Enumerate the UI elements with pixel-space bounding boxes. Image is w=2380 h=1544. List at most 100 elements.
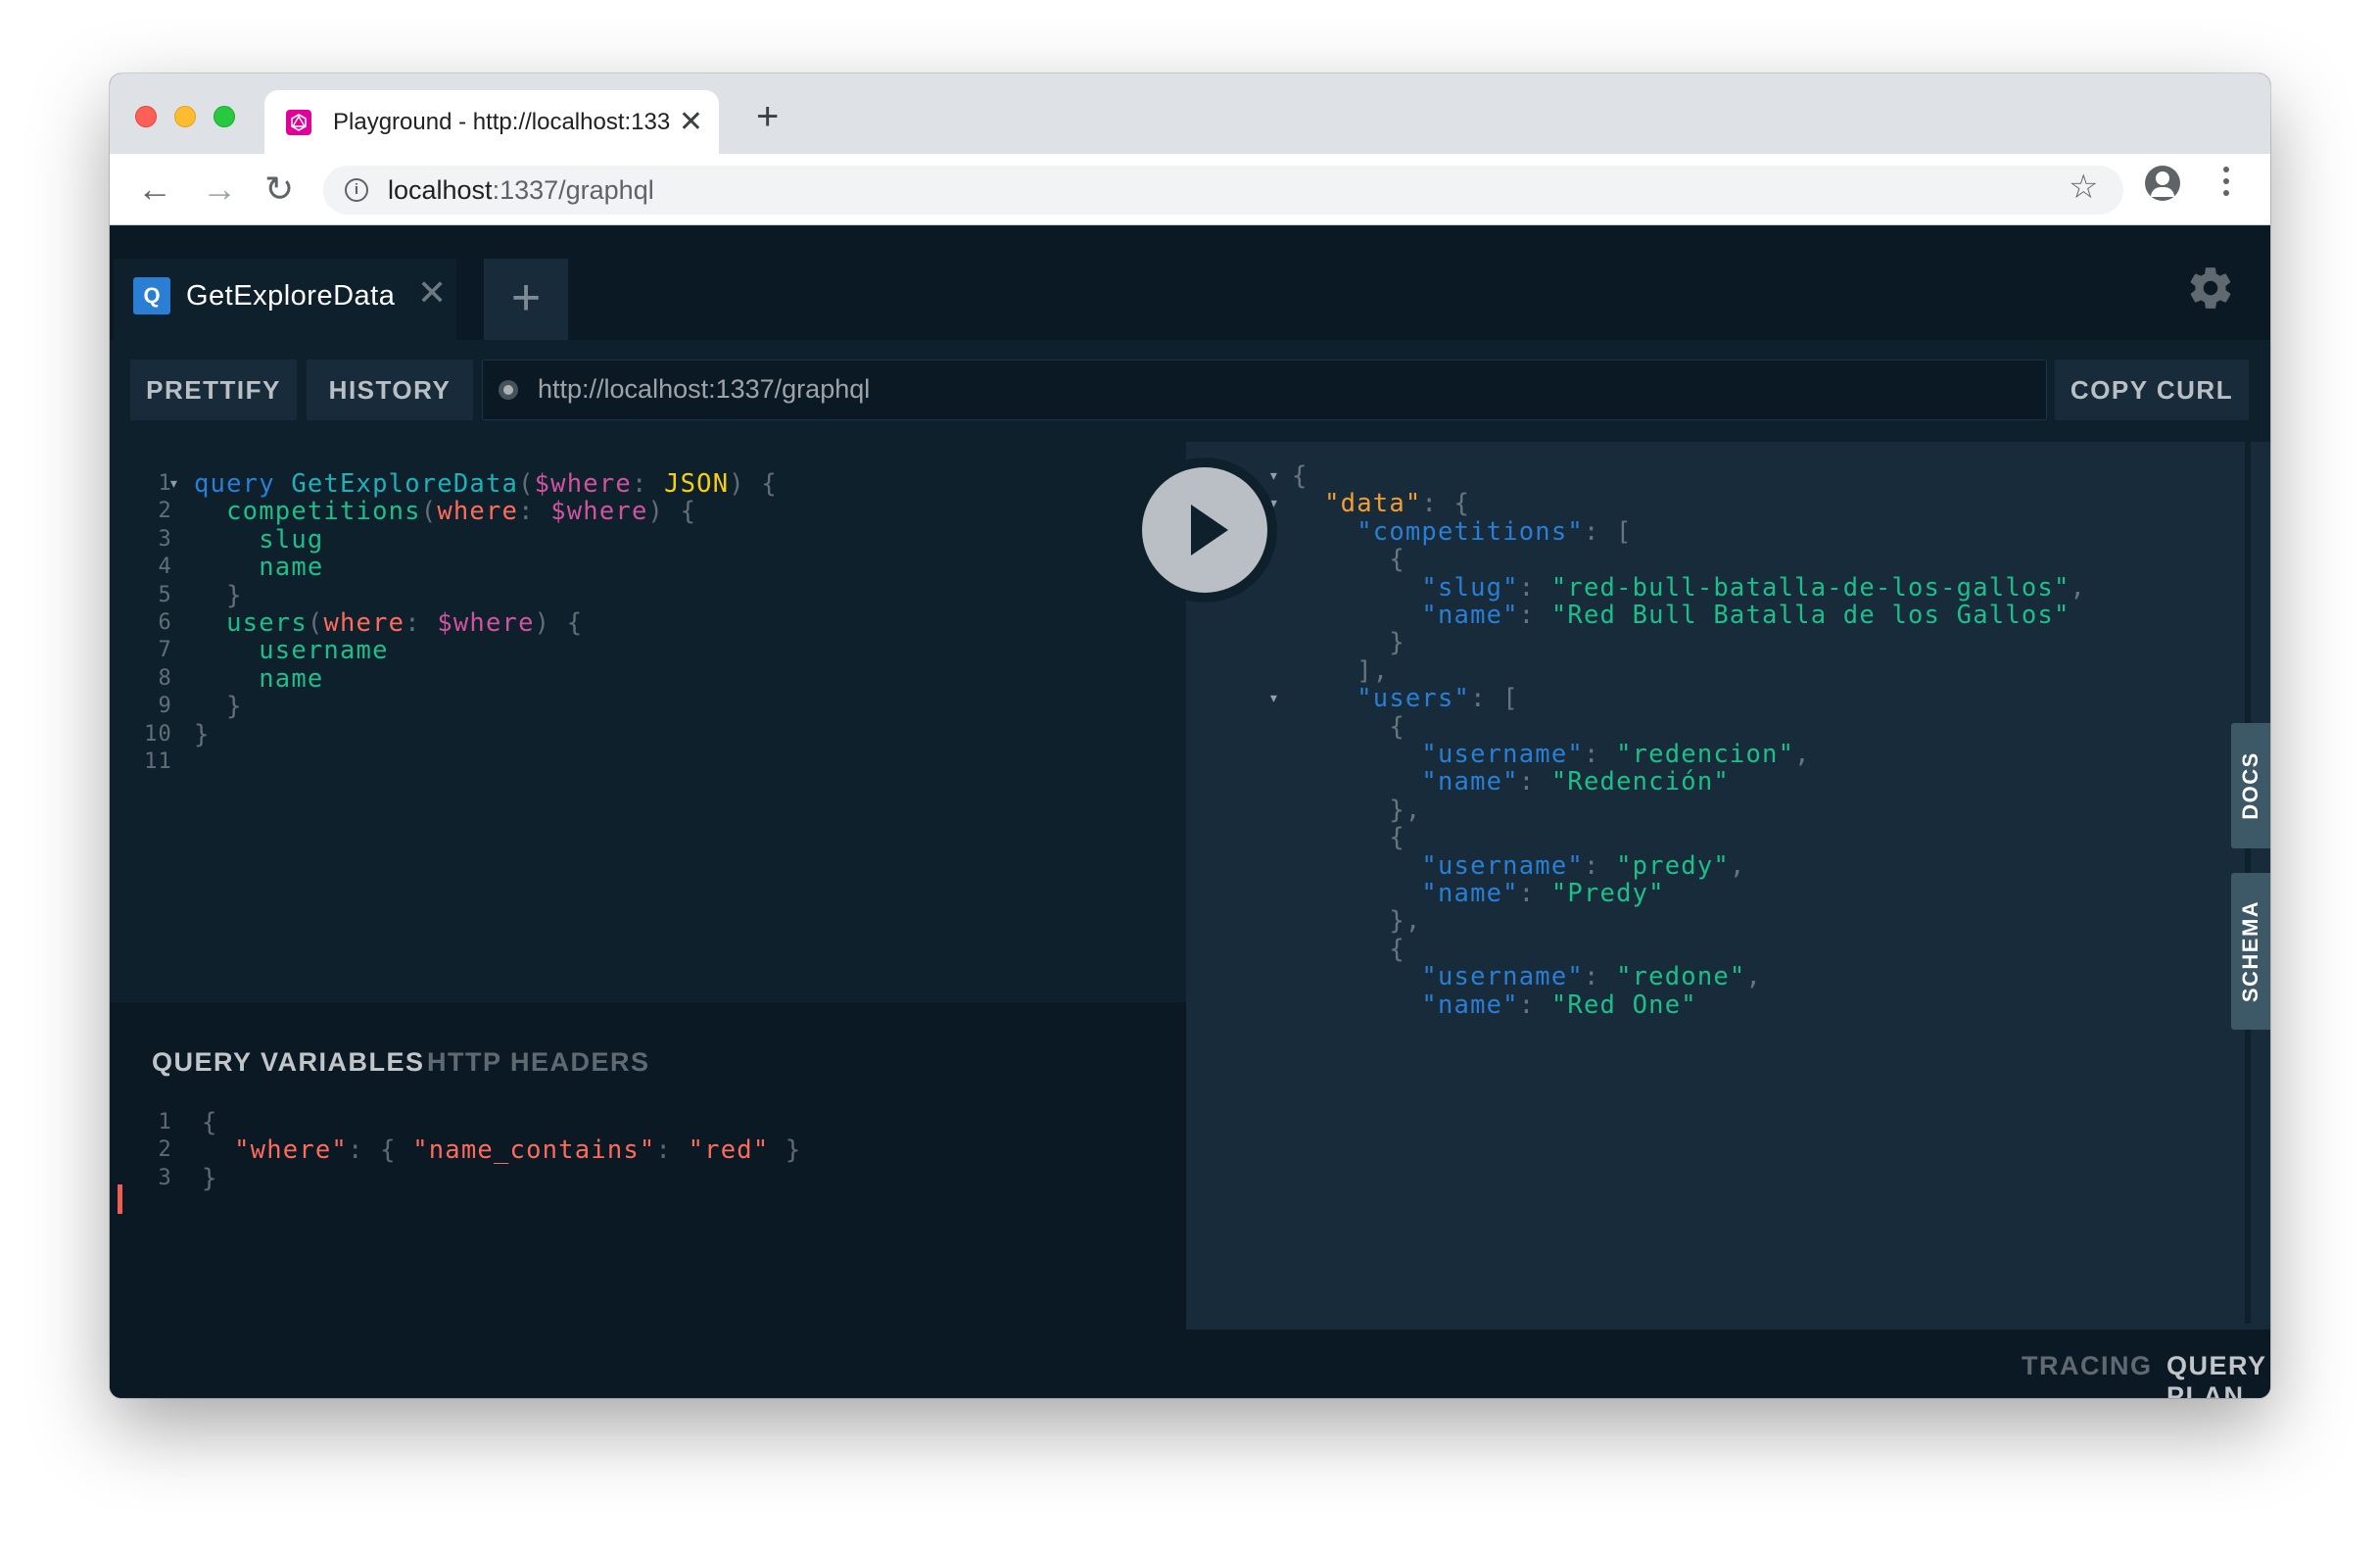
zoom-window-button[interactable] [214,106,235,127]
code-token: } [194,580,243,610]
query-plan-tab[interactable]: QUERY PLAN [2166,1351,2270,1398]
arrow-left-icon[interactable]: ← [137,168,172,211]
star-icon[interactable]: ☆ [2069,168,2098,207]
code-token: : [655,1135,689,1166]
result-viewer[interactable]: ▾{▾ "data": {▾ "competitions": [ { "slug… [1186,442,2270,1329]
fold-toggle-icon[interactable]: ▾ [1268,688,1280,708]
code-token: "users" [1357,684,1471,714]
line-number: 1 [158,471,172,496]
query-editor[interactable]: 1 ▾ query GetExploreData($where: JSON) {2 … [110,442,1186,1002]
code-token: ( [420,497,438,527]
code-token: name [259,663,324,694]
docs-tab-label: DOCS [2238,751,2262,820]
schema-tab[interactable]: SCHEMA [2231,873,2270,1030]
line-number: 8 [158,665,172,691]
line-number: 2 [158,1137,172,1163]
close-query-tab-icon[interactable]: ✕ [417,272,447,314]
line-number: 1 [158,1110,172,1134]
code-token: } [1292,628,1405,658]
line-number: 5 [158,582,172,607]
graphql-favicon-icon [286,110,311,135]
line-number: 10 [144,721,172,747]
code-line: } [202,1164,218,1203]
code-token: : [1518,989,1551,1020]
code-token: } [769,1135,802,1166]
endpoint-url: http://localhost:1337/graphql [538,374,871,404]
code-token: ) { [534,608,584,638]
browser-window: Playground - http://localhost:1337/graph… [110,73,2270,1398]
code-token: query [194,469,292,499]
code-token: }, [1292,906,1422,937]
variables-editor[interactable]: 1 {2 "where": { "name_contains": "red" } 3… [110,1002,1186,1398]
play-icon [1142,467,1267,593]
code-token: "data" [1324,489,1422,519]
run-query-button[interactable] [1132,458,1277,603]
code-token: username [259,636,389,666]
playground-tabbar: Q GetExploreData ✕ + [110,226,2270,340]
query-tab-badge: Q [133,277,170,314]
code-token: ) { [647,497,697,527]
code-token: : [1518,572,1551,603]
arrow-right-icon[interactable]: → [202,168,237,211]
copy-curl-button[interactable]: COPY CURL [2055,360,2249,420]
code-token: "slug" [1421,572,1519,603]
browser-tab[interactable]: Playground - http://localhost:1337/graph… [264,90,719,154]
info-icon[interactable]: i [345,178,368,202]
code-token: "name" [1421,601,1519,630]
code-line: "name": "Red Bull Batalla de los Gallos" [1292,601,2071,640]
address-bar[interactable]: i localhost:1337/graphql [323,166,2123,215]
code-token: "username" [1421,740,1584,769]
code-token: $where [534,469,632,499]
code-token: : [1583,850,1617,881]
code-token: "username" [1421,962,1584,992]
docs-tab[interactable]: DOCS [2231,723,2270,848]
line-number: 6 [158,610,172,635]
code-token: : [1583,740,1617,769]
fold-toggle-icon[interactable]: ▾ [1268,465,1280,486]
code-token: "redone" [1616,962,1746,992]
code-token: "Red Bull Batalla de los Gallos" [1550,601,2071,630]
code-line: "where": { "name_contains": "red" } [202,1135,801,1175]
reload-icon[interactable]: ↻ [264,168,294,211]
tracing-tab[interactable]: TRACING [2022,1351,2153,1381]
code-token: , [1729,850,1746,881]
code-token: $where [550,497,648,527]
browser-toolbar: ← → ↻ i localhost:1337/graphql ☆ [110,154,2270,225]
close-tab-icon[interactable]: ✕ [679,105,703,139]
code-token: : [631,469,665,499]
code-token: "Red One" [1550,989,1697,1020]
code-token: } [202,1163,218,1193]
code-token: "username" [1421,850,1584,881]
gear-icon[interactable] [2186,264,2235,313]
add-query-tab-button[interactable]: + [484,259,568,340]
new-tab-icon[interactable]: + [756,95,779,139]
menu-dots-icon[interactable] [2223,167,2229,202]
line-number: 9 [158,694,172,719]
minimize-window-button[interactable] [174,106,196,127]
line-number: 4 [158,555,172,580]
code-token: "Predy" [1550,879,1665,908]
query-tab-title: GetExploreData [186,280,396,312]
code-token: "Redención" [1550,767,1730,797]
close-window-button[interactable] [135,106,157,127]
line-number: 2 [158,499,172,524]
account-icon[interactable] [2145,166,2180,201]
code-token: "predy" [1616,850,1730,881]
history-button[interactable]: HISTORY [307,360,473,420]
browser-tab-title: Playground - http://localhost:1337/graph… [333,109,671,135]
code-token: , [1794,740,1811,769]
query-tab[interactable]: Q GetExploreData ✕ [114,259,456,340]
prettify-button[interactable]: PRETTIFY [130,360,297,420]
fold-toggle-icon[interactable]: ▾ [168,473,180,494]
endpoint-input[interactable]: http://localhost:1337/graphql [482,360,2047,420]
code-token: } [194,692,243,722]
code-token: { [1292,711,1405,742]
code-token: where [323,608,405,638]
